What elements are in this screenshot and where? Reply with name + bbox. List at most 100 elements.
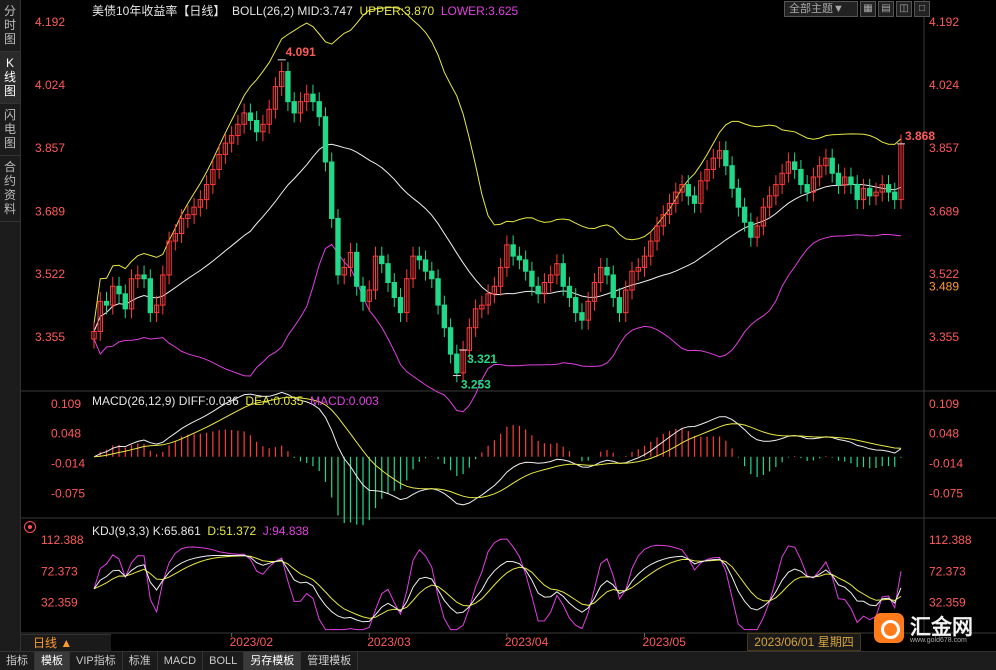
macd-y-tick-left: -0.075 <box>51 486 85 500</box>
candle-body <box>122 293 128 310</box>
candle-body <box>116 285 122 295</box>
kdj-y-tick-right: 112.388 <box>929 533 972 547</box>
sidebar-item-1[interactable]: K线图 <box>0 52 20 104</box>
candle-body <box>516 255 523 261</box>
candle-body <box>848 176 854 186</box>
candle-body <box>103 300 110 306</box>
grid-icon[interactable]: ▦ <box>860 1 876 17</box>
candle-body <box>741 206 748 223</box>
bottom-tab-4[interactable]: MACD <box>158 652 204 670</box>
candle-body <box>510 244 516 257</box>
toolbar-right: 全部主题▼ ▦ ▤ ◫ □ <box>784 1 930 17</box>
kdj-k: K:65.861 <box>152 524 201 538</box>
y-tick-right: 3.355 <box>929 330 959 344</box>
kdj-label: KDJ(9,3,3) <box>92 524 150 538</box>
bottom-tab-6[interactable]: 另存模板 <box>244 652 302 670</box>
macd-y-tick-left: 0.048 <box>51 426 81 440</box>
kdj-j: J:94.838 <box>262 524 309 538</box>
theme-select[interactable]: 全部主题▼ <box>784 1 858 17</box>
period-selector[interactable]: 日线 ▲ <box>21 634 111 651</box>
candle-body <box>441 304 448 329</box>
candle-body <box>529 270 535 287</box>
x-tick-label: 2023/05 <box>643 635 687 649</box>
candle-body <box>729 165 735 189</box>
boll-legend: 美债10年收益率【日线】 BOLL(26,2) MID:3.747 UPPER:… <box>92 2 518 19</box>
crosshair-date: 2023/06/01 星期四 <box>747 633 861 651</box>
current-value-label: 3.489 <box>929 280 959 294</box>
candle-body <box>335 217 341 276</box>
macd-y-tick-left: 0.109 <box>51 397 81 411</box>
candle-body <box>835 172 842 186</box>
boll-label: BOLL(26,2) <box>232 4 295 18</box>
bottom-tab-3[interactable]: 标准 <box>123 652 158 670</box>
kdj-d: D:51.372 <box>207 524 257 538</box>
macd-diff: DIFF:0.036 <box>178 394 239 408</box>
macd-value: MACD:0.003 <box>310 394 379 408</box>
candle-body <box>560 263 566 287</box>
bottom-tab-7[interactable]: 管理模板 <box>301 652 359 670</box>
logo-url: www.gold678.com <box>910 637 967 644</box>
bottom-tab-5[interactable]: BOLL <box>203 652 245 670</box>
candle-body <box>354 251 360 287</box>
candle-body <box>435 278 441 306</box>
candle-body <box>867 187 873 197</box>
candle-body <box>447 327 454 355</box>
x-tick-label: 2023/03 <box>367 635 411 649</box>
candle-body <box>798 168 804 186</box>
kdj-y-tick-left: 32.359 <box>41 596 78 610</box>
y-tick-right: 4.192 <box>929 15 959 29</box>
bottom-tab-2[interactable]: VIP指标 <box>70 652 123 670</box>
macd-y-tick-left: -0.014 <box>51 457 85 471</box>
candle-body <box>804 184 810 193</box>
candle-body <box>141 274 147 280</box>
y-tick-left: 3.689 <box>35 204 65 218</box>
extreme-value-label: 3.253 <box>461 378 491 392</box>
extreme-value-label: 4.091 <box>286 45 316 59</box>
split-icon[interactable]: ◫ <box>896 1 912 17</box>
candle-body <box>885 184 892 193</box>
candle-body <box>422 259 429 272</box>
macd-label: MACD(26,12,9) <box>92 394 176 408</box>
y-tick-left: 4.024 <box>35 78 65 92</box>
sidebar-item-2[interactable]: 闪电图 <box>0 104 20 156</box>
candle-body <box>854 184 860 201</box>
left-sidebar: 分时图K线图闪电图合约资料 <box>0 0 21 651</box>
candle-body <box>416 255 422 261</box>
kdj-y-tick-left: 72.373 <box>41 564 78 578</box>
candle-body <box>385 263 391 284</box>
kdj-settings-icon[interactable] <box>24 521 36 533</box>
y-tick-left: 4.192 <box>35 15 65 29</box>
maximize-icon[interactable]: □ <box>914 1 930 17</box>
candle-body <box>616 297 623 314</box>
sidebar-item-3[interactable]: 合约资料 <box>0 156 20 222</box>
candle-body <box>285 71 291 103</box>
y-tick-right: 4.024 <box>929 78 959 92</box>
x-tick-label: 2023/02 <box>230 635 274 649</box>
candle-body <box>329 161 335 219</box>
instrument-title: 美债10年收益率【日线】 <box>92 4 226 18</box>
candle-body <box>391 282 397 299</box>
macd-dea: DEA:0.035 <box>245 394 304 408</box>
y-tick-right: 3.689 <box>929 204 959 218</box>
macd-y-tick-right: -0.075 <box>929 486 963 500</box>
candle-body <box>604 266 610 276</box>
boll-lower-line <box>93 234 902 413</box>
candle-body <box>723 150 729 167</box>
candle-body <box>535 285 541 295</box>
macd-y-tick-right: -0.014 <box>929 457 963 471</box>
candle-body <box>748 221 754 238</box>
candle-body <box>573 297 579 314</box>
bottom-tab-0[interactable]: 指标 <box>0 652 35 670</box>
candle-body <box>322 116 329 163</box>
bottom-tab-1[interactable]: 模板 <box>35 652 70 670</box>
candle-body <box>247 112 254 121</box>
sidebar-item-0[interactable]: 分时图 <box>0 0 20 52</box>
candle-body <box>291 101 297 114</box>
candle-body <box>429 270 435 280</box>
bottom-toolbar: 指标 模板 VIP指标 标准 MACD BOLL 另存模板 管理模板 <box>0 651 996 670</box>
kdj-y-tick-right: 72.373 <box>929 564 966 578</box>
layout-icon[interactable]: ▤ <box>878 1 894 17</box>
price-chart: 4.0913.3213.2533.868 4.192 4.1924.024 4.02… <box>21 0 996 649</box>
candle-body <box>379 255 385 265</box>
candle-body <box>566 285 573 299</box>
